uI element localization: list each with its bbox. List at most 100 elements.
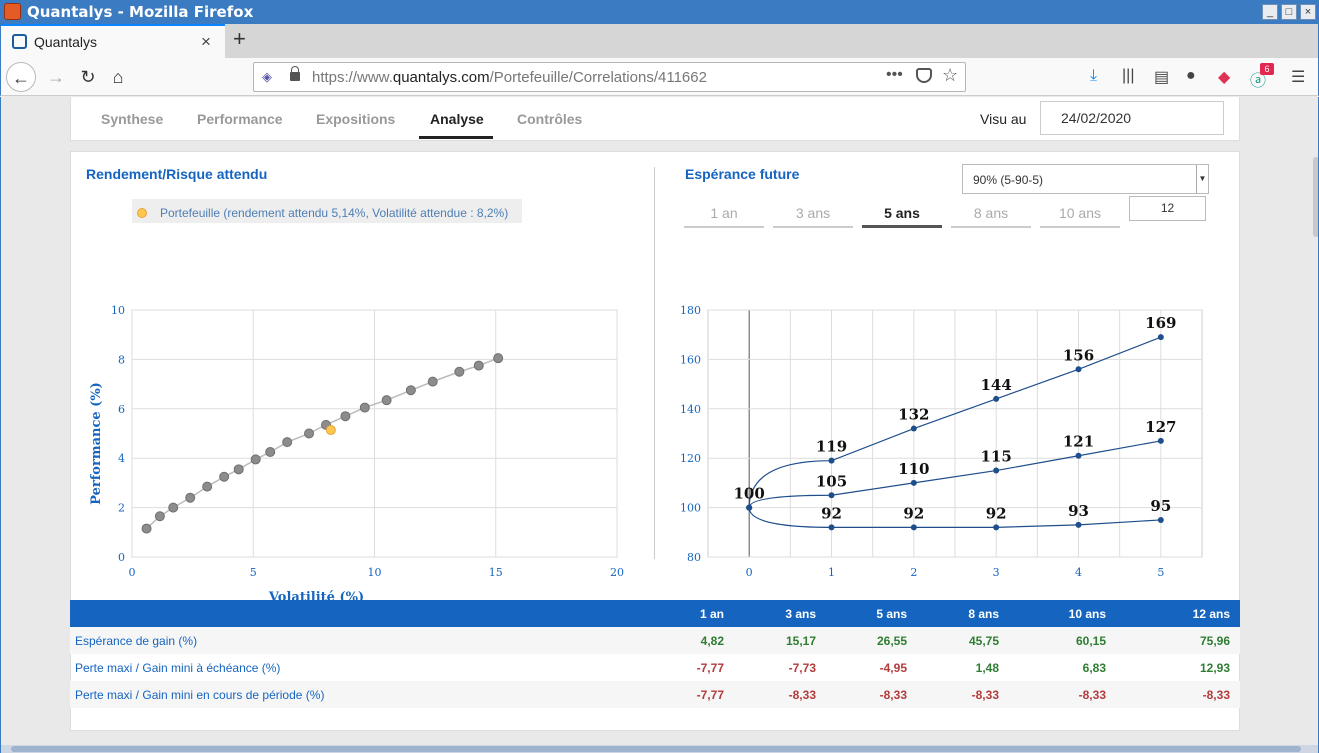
tracking-shield-icon[interactable]: ◈ [262, 69, 272, 85]
horizon-custom-input[interactable]: 12 [1129, 196, 1206, 221]
close-window-button[interactable]: × [1300, 4, 1316, 20]
row-label: Espérance de gain (%) [75, 633, 198, 648]
x-tick-label: 15 [489, 566, 503, 579]
row-label: Perte maxi / Gain mini à échéance (%) [75, 660, 281, 675]
risk-return-title: Rendement/Risque attendu [86, 166, 268, 182]
x-tick-label: 0 [746, 566, 753, 579]
projection-point [910, 524, 917, 531]
library-icon[interactable]: ||| [1122, 67, 1134, 85]
data-label: 119 [816, 438, 847, 456]
y-tick-label: 2 [118, 502, 125, 515]
lock-icon[interactable] [290, 66, 300, 81]
page-actions-icon[interactable]: ••• [886, 66, 903, 84]
frontier-point [265, 447, 276, 458]
table-row: Espérance de gain (%) 4,82 15,17 26,55 45,75… [70, 627, 1240, 654]
table-header-cell: 10 ans [1068, 606, 1106, 621]
active-tab-indicator [419, 136, 493, 139]
table-cell: -8,33 [1202, 687, 1230, 702]
back-button[interactable]: ← [6, 62, 36, 92]
data-label: 156 [1063, 346, 1094, 364]
projection-point [828, 492, 835, 499]
bookmark-star-icon[interactable]: ☆ [942, 65, 958, 86]
horizontal-scrollbar-thumb[interactable] [11, 746, 1301, 752]
confidence-select-value: 90% (5-90-5) [973, 173, 1044, 187]
colorful-extension-icon[interactable]: ◆ [1218, 67, 1230, 87]
tab-synthese[interactable]: Synthese [101, 111, 163, 127]
y-tick-label: 8 [118, 353, 125, 366]
tab-analyse[interactable]: Analyse [430, 111, 484, 127]
browser-tab[interactable]: Quantalys × [1, 24, 225, 58]
x-tick-label: 1 [828, 566, 835, 579]
projection-point [1157, 334, 1164, 341]
y-axis-label: Performance (%) [89, 382, 104, 505]
quantalys-favicon-icon [12, 34, 27, 49]
home-button[interactable]: ⌂ [103, 62, 133, 92]
url-bar[interactable]: ◈ https://www.quantalys.com/Portefeuille… [253, 62, 966, 92]
dropdown-arrow-icon[interactable]: ▼ [1196, 165, 1208, 193]
tab-controles[interactable]: Contrôles [517, 111, 582, 127]
y-tick-label: 180 [680, 304, 701, 317]
menu-icon[interactable]: ☰ [1291, 67, 1305, 87]
data-label: 132 [898, 406, 929, 424]
horizon-tab-3-ans[interactable]: 3 ans [773, 200, 853, 228]
vertical-scrollbar[interactable] [1313, 157, 1318, 237]
horizon-tab-8-ans[interactable]: 8 ans [951, 200, 1031, 228]
portfolio-point [325, 425, 336, 436]
table-row: Perte maxi / Gain mini à échéance (%) -7,… [70, 654, 1240, 681]
maximize-button[interactable]: □ [1281, 4, 1297, 20]
portfolio-legend-label[interactable]: Portefeuille (rendement attendu 5,14%, V… [160, 206, 508, 220]
downloads-icon[interactable]: ⤓ [1090, 67, 1097, 85]
table-cell: -7,77 [696, 687, 724, 702]
frontier-point [405, 385, 416, 396]
table-cell: 6,83 [1082, 660, 1106, 675]
minimize-button[interactable]: _ [1262, 4, 1278, 20]
y-tick-label: 6 [118, 403, 125, 416]
frontier-point [282, 437, 293, 448]
confidence-select[interactable]: 90% (5-90-5) ▼ [962, 164, 1209, 194]
projection-point [993, 467, 1000, 474]
visu-date-input[interactable]: 24/02/2020 [1040, 101, 1224, 135]
projection-point [910, 479, 917, 486]
frontier-point [304, 428, 315, 439]
horizontal-scrollbar[interactable] [1, 745, 1318, 753]
new-tab-button[interactable]: + [233, 26, 246, 52]
projection-point [1157, 437, 1164, 444]
projection-point [1157, 516, 1164, 523]
frontier-point [250, 454, 261, 465]
table-cell: 60,15 [1075, 633, 1106, 648]
frontier-point [219, 471, 230, 482]
projection-point [828, 457, 835, 464]
data-label: 115 [981, 448, 1012, 466]
x-tick-label: 3 [993, 566, 1000, 579]
table-cell: 15,17 [785, 633, 816, 648]
table-cell: 26,55 [876, 633, 907, 648]
forward-button[interactable]: → [41, 62, 71, 92]
y-tick-label: 140 [680, 403, 701, 416]
reload-button[interactable]: ↻ [73, 62, 103, 92]
notification-badge: 6 [1260, 63, 1274, 75]
table-cell: -8,33 [1078, 687, 1106, 702]
browser-tab-label: Quantalys [34, 34, 98, 50]
table-header-cell: 5 ans [876, 606, 907, 621]
table-cell: 1,48 [975, 660, 999, 675]
table-header-cell: 12 ans [1192, 606, 1230, 621]
table-header-cell: 8 ans [968, 606, 999, 621]
tab-expositions[interactable]: Expositions [316, 111, 395, 127]
x-tick-label: 4 [1075, 566, 1082, 579]
page-viewport: Synthese Performance Expositions Analyse… [0, 97, 1319, 753]
horizon-tab-10-ans[interactable]: 10 ans [1040, 200, 1120, 228]
account-icon[interactable]: ● [1186, 67, 1196, 85]
data-label: 105 [816, 472, 847, 490]
sidebar-icon[interactable]: ▤ [1154, 67, 1169, 87]
table-cell: 12,93 [1199, 660, 1230, 675]
horizon-tab-1-an[interactable]: 1 an [684, 200, 764, 228]
frontier-point [381, 395, 392, 406]
url-text[interactable]: https://www.quantalys.com/Portefeuille/C… [312, 69, 707, 86]
projection-point [910, 425, 917, 432]
frontier-point [427, 376, 438, 387]
tab-performance[interactable]: Performance [197, 111, 283, 127]
horizon-tab-5-ans[interactable]: 5 ans [862, 200, 942, 228]
pocket-icon[interactable] [916, 68, 932, 83]
close-tab-icon[interactable]: × [201, 32, 211, 52]
panel-divider [654, 167, 655, 559]
